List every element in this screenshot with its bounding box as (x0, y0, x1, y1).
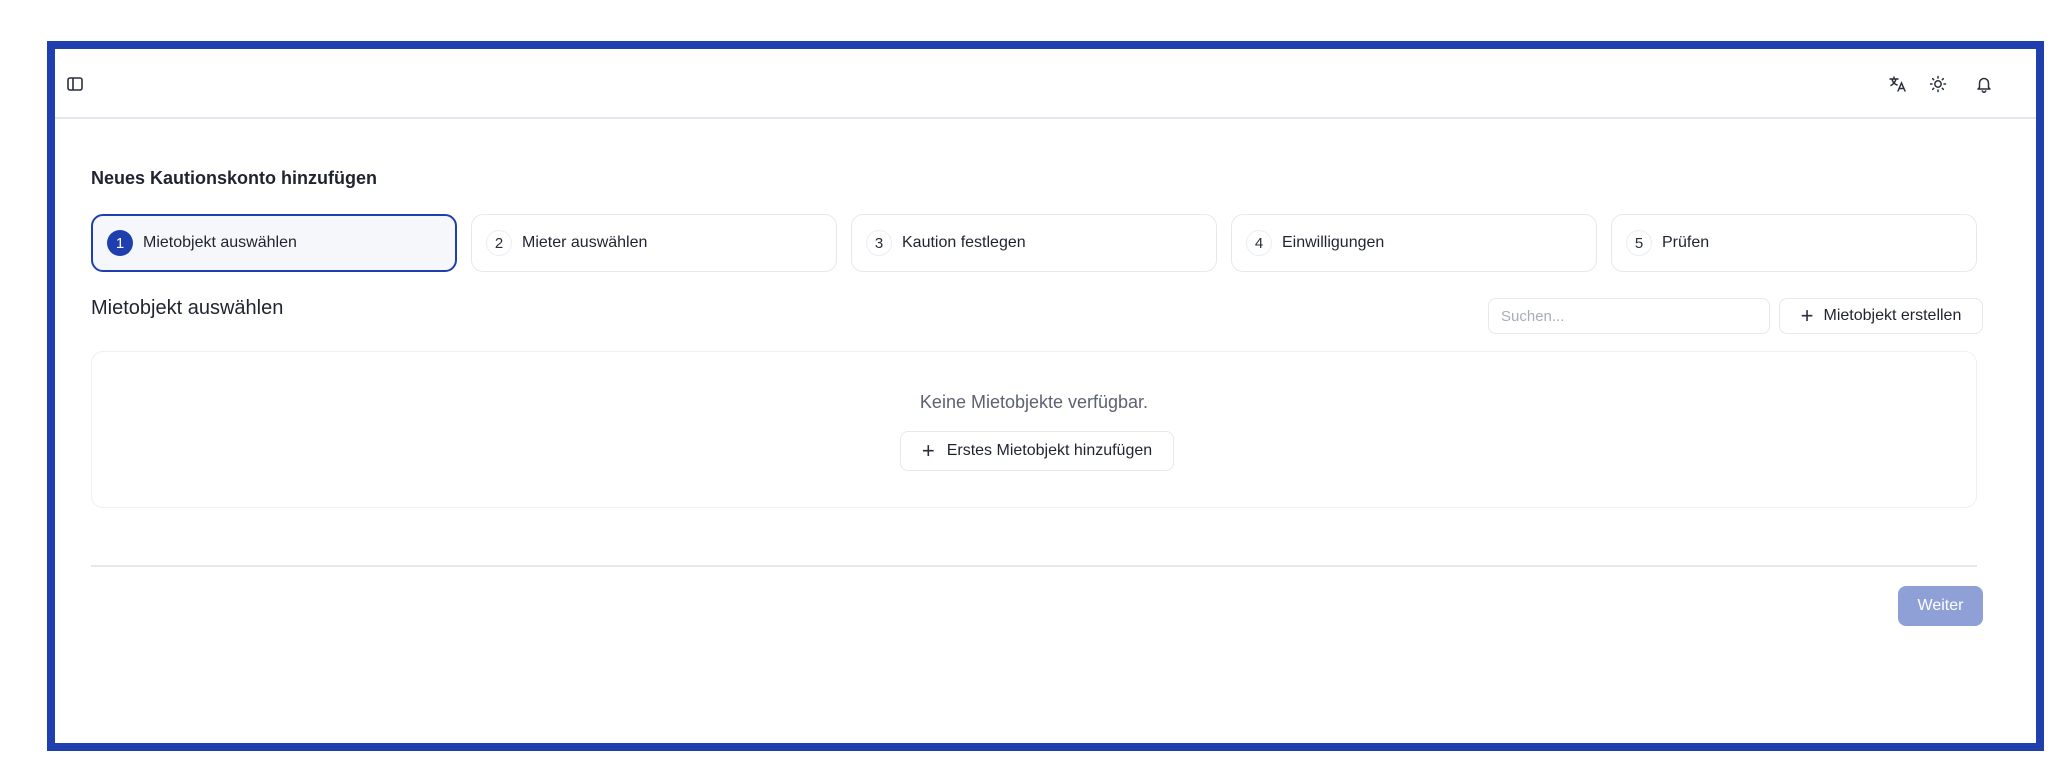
stepper: 1 Mietobjekt auswählen 2 Mieter auswähle… (91, 214, 1977, 272)
create-property-label: Mietobjekt erstellen (1823, 307, 1962, 324)
add-first-property-label: Erstes Mietobjekt hinzufügen (946, 442, 1153, 459)
step-label: Einwilligungen (1282, 234, 1385, 251)
translate-icon[interactable] (1884, 70, 1912, 98)
app-frame: Neues Kautionskonto hinzufügen 1 Mietobj… (47, 41, 2044, 751)
step-label: Mieter auswählen (522, 234, 648, 251)
step-number: 5 (1626, 230, 1652, 256)
step-label: Kaution festlegen (902, 234, 1026, 251)
empty-state-message: Keine Mietobjekte verfügbar. (919, 392, 1149, 412)
step-number: 1 (107, 230, 133, 256)
divider (91, 565, 1977, 567)
step-label: Prüfen (1662, 234, 1710, 251)
step-number: 4 (1246, 230, 1272, 256)
step-set-deposit[interactable]: 3 Kaution festlegen (851, 214, 1217, 272)
step-label: Mietobjekt auswählen (143, 234, 297, 251)
step-consents[interactable]: 4 Einwilligungen (1231, 214, 1597, 272)
sidebar-toggle-icon[interactable] (61, 70, 89, 98)
bell-icon[interactable] (1970, 70, 1998, 98)
sun-icon[interactable] (1924, 70, 1952, 98)
step-select-tenant[interactable]: 2 Mieter auswählen (471, 214, 837, 272)
step-number: 3 (866, 230, 892, 256)
create-property-button[interactable]: + Mietobjekt erstellen (1779, 298, 1983, 334)
section-title: Mietobjekt auswählen (91, 297, 284, 319)
step-review[interactable]: 5 Prüfen (1611, 214, 1977, 272)
top-bar (55, 49, 2036, 119)
step-select-property[interactable]: 1 Mietobjekt auswählen (91, 214, 457, 272)
step-number: 2 (486, 230, 512, 256)
add-first-property-button[interactable]: + Erstes Mietobjekt hinzufügen (900, 431, 1174, 471)
empty-state-card: Keine Mietobjekte verfügbar. + Erstes Mi… (91, 351, 1977, 508)
search-input[interactable] (1488, 298, 1770, 334)
plus-icon: + (921, 438, 935, 463)
page-title: Neues Kautionskonto hinzufügen (91, 168, 377, 188)
plus-icon: + (1800, 303, 1814, 328)
next-button[interactable]: Weiter (1898, 586, 1983, 626)
